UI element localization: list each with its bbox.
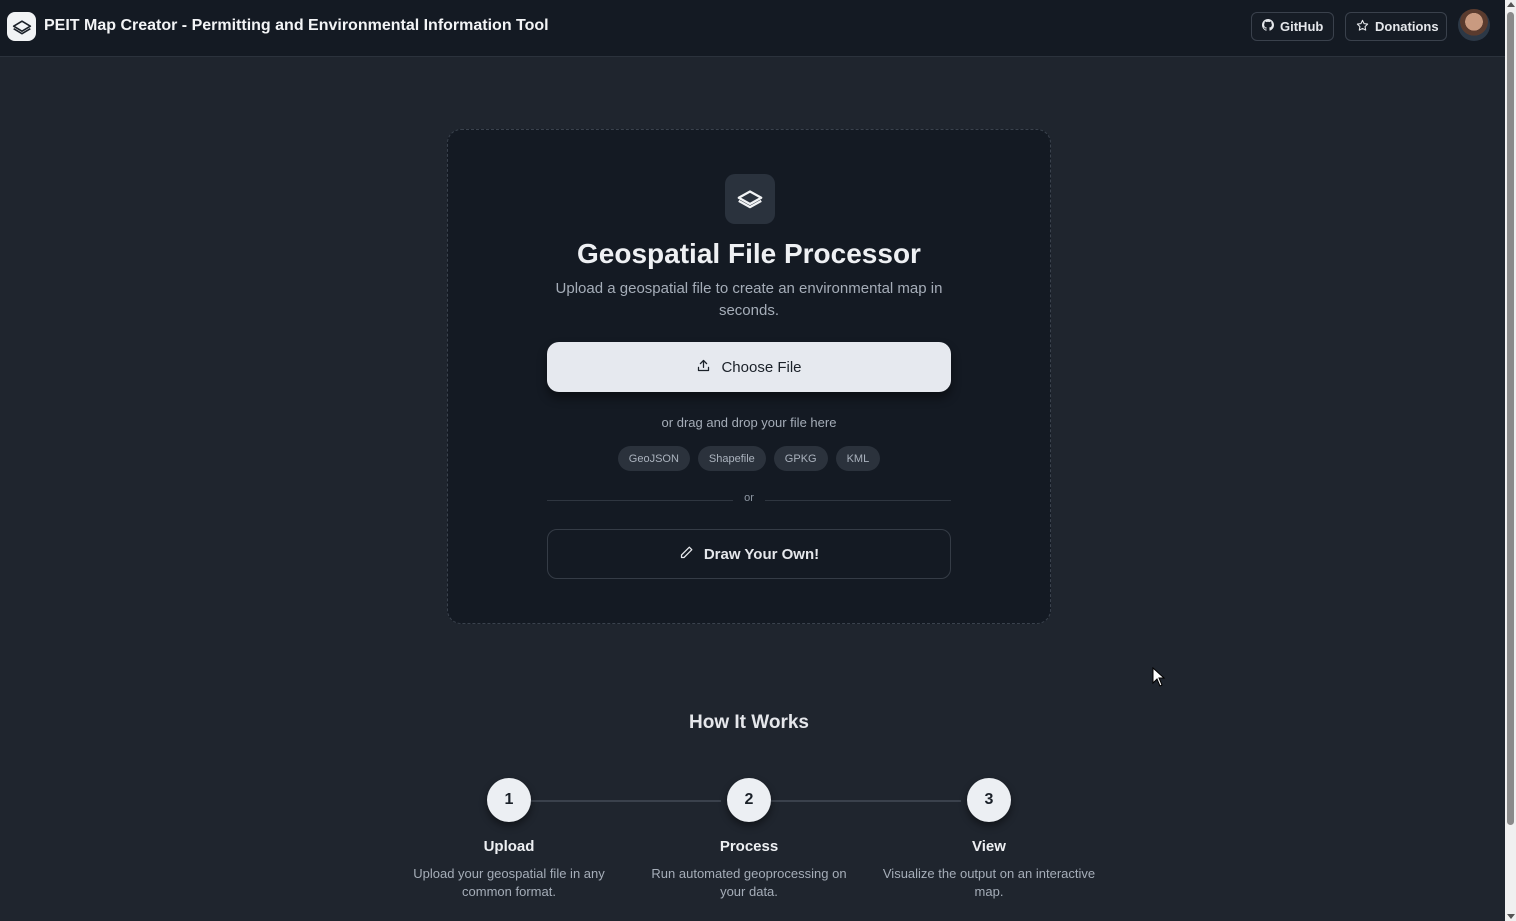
donations-label: Donations (1375, 19, 1439, 34)
scroll-down-arrow-icon[interactable] (1507, 914, 1515, 919)
step-1-label: Upload (483, 838, 535, 855)
layers-icon[interactable] (7, 12, 36, 41)
format-badge: GeoJSON (617, 446, 690, 471)
format-badge: Shapefile (697, 446, 766, 471)
format-badge: GPKG (773, 446, 828, 471)
scroll-up-arrow-icon[interactable] (1507, 2, 1515, 7)
scrollbar-thumb[interactable] (1507, 12, 1514, 825)
step-2-description: Run automated geoprocessing on your data… (651, 866, 847, 899)
draw-your-own-label: Draw Your Own! (703, 545, 820, 563)
choose-file-label: Choose File (721, 358, 802, 376)
step-2-label: Process (719, 838, 779, 855)
mouse-cursor-icon (1152, 666, 1166, 692)
card-subtitle: Upload a geospatial file to create an en… (555, 280, 943, 319)
or-divider: or (547, 492, 951, 508)
star-icon (1356, 19, 1369, 35)
step-3-label: View (972, 838, 1006, 855)
upload-card[interactable]: Geospatial File Processor Upload a geosp… (447, 129, 1051, 624)
card-title: Geospatial File Processor (577, 238, 921, 269)
step-3-description: Visualize the output on an interactive m… (882, 866, 1096, 899)
supported-formats: GeoJSON Shapefile GPKG KML (448, 446, 1050, 471)
github-label: GitHub (1280, 19, 1324, 34)
donations-button[interactable]: Donations (1345, 12, 1447, 41)
step-2-circle: 2 (727, 778, 771, 822)
top-navbar: PEIT Map Creator - Permitting and Enviro… (0, 0, 1505, 57)
user-avatar[interactable] (1458, 9, 1490, 41)
github-icon (1262, 19, 1274, 34)
how-it-works-title: How It Works (689, 712, 809, 733)
page-scrollbar[interactable] (1505, 0, 1516, 921)
step-connector (531, 800, 721, 802)
step-connector (771, 800, 961, 802)
step-3-circle: 3 (967, 778, 1011, 822)
draw-your-own-button[interactable]: Draw Your Own! (547, 529, 951, 579)
choose-file-button[interactable]: Choose File (547, 342, 951, 392)
format-badge: KML (835, 446, 881, 471)
step-1-circle: 1 (487, 778, 531, 822)
github-button[interactable]: GitHub (1251, 12, 1334, 41)
pencil-icon (679, 545, 694, 564)
upload-icon (696, 358, 711, 377)
app-title: PEIT Map Creator - Permitting and Enviro… (44, 17, 549, 34)
divider-text: or (744, 492, 754, 504)
drag-drop-hint: or drag and drop your file here (661, 415, 837, 430)
layers-icon (725, 174, 775, 224)
step-1-description: Upload your geospatial file in any commo… (413, 866, 605, 899)
